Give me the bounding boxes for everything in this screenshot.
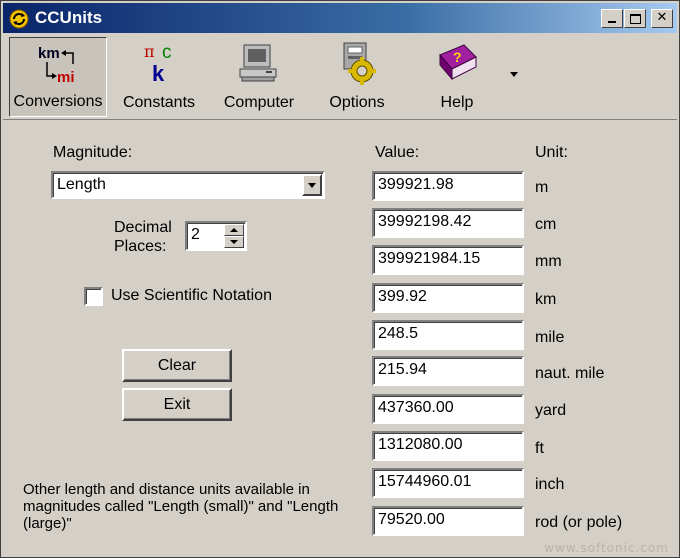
maximize-button[interactable] — [624, 9, 646, 28]
app-refresh-icon — [9, 9, 29, 29]
footer-note: Other length and distance units availabl… — [23, 481, 339, 532]
value-field-yard[interactable]: 437360.00 — [372, 394, 524, 424]
help-book-icon: ? — [439, 44, 477, 81]
computer-icon — [239, 44, 277, 82]
svg-text:km: km — [38, 45, 60, 62]
unit-label-naut-mile: naut. mile — [535, 365, 605, 382]
unit-label-km: km — [535, 291, 557, 308]
decimal-places-label-line1: Decimal — [114, 219, 172, 236]
title-bar[interactable]: CCUnits ✕ — [3, 3, 677, 33]
unit-label-inch: inch — [535, 476, 565, 493]
value-field-ft[interactable]: 1312080.00 — [372, 431, 524, 461]
value-field-mile[interactable]: 248.5 — [372, 320, 524, 350]
arrow-down-icon — [230, 240, 238, 244]
dropdown-arrow-button[interactable] — [302, 174, 322, 196]
magnitude-selected-value: Length — [57, 176, 106, 193]
magnitude-dropdown[interactable]: Length — [51, 171, 325, 199]
options-icon — [343, 42, 376, 85]
svg-text:c: c — [162, 42, 172, 63]
unit-label-m: m — [535, 179, 549, 196]
value-text: 399921.98 — [378, 176, 454, 193]
toolbar-overflow-button[interactable] — [507, 69, 521, 81]
toolbar-help-label: Help — [440, 94, 474, 111]
toolbar-computer[interactable]: Computer — [215, 37, 303, 117]
maximize-icon — [629, 14, 641, 24]
magnitude-label: Magnitude: — [53, 144, 133, 161]
value-header: Value: — [375, 144, 420, 161]
value-text: 399921984.15 — [378, 250, 481, 267]
toolbar-computer-label: Computer — [223, 94, 295, 111]
unit-label-ft: ft — [535, 440, 544, 457]
value-text: 39992198.42 — [378, 213, 472, 230]
unit-label-yard: yard — [535, 402, 567, 419]
scientific-notation-checkbox[interactable] — [84, 287, 103, 306]
toolbar: km mi Conversions π c k Constants Comput… — [3, 35, 677, 120]
value-field-mm[interactable]: 399921984.15 — [372, 245, 524, 275]
value-text: 1312080.00 — [378, 436, 463, 453]
clear-button[interactable]: Clear — [122, 349, 232, 382]
unit-label-rod: rod (or pole) — [535, 514, 623, 531]
watermark: www.softonic.com — [544, 541, 669, 555]
chevron-down-icon — [510, 72, 518, 77]
chevron-down-icon — [308, 183, 316, 188]
scientific-notation-label[interactable]: Use Scientific Notation — [111, 287, 272, 305]
value-text: 248.5 — [378, 325, 419, 342]
value-text: 215.94 — [378, 361, 427, 378]
value-field-cm[interactable]: 39992198.42 — [372, 208, 524, 238]
value-field-rod[interactable]: 79520.00 — [372, 506, 524, 536]
unit-label-cm: cm — [535, 216, 557, 233]
ccunits-window: CCUnits ✕ km mi Conversions π c k Consta… — [0, 0, 680, 558]
exit-button[interactable]: Exit — [122, 388, 232, 421]
value-text: 15744960.01 — [378, 473, 472, 490]
minimize-button[interactable] — [601, 9, 623, 28]
constants-icon: π c k — [144, 42, 172, 85]
decimal-places-label-line2: Places: — [114, 238, 167, 255]
unit-header: Unit: — [535, 144, 568, 161]
close-button[interactable]: ✕ — [651, 9, 673, 28]
toolbar-help[interactable]: ? Help — [415, 37, 499, 117]
value-field-inch[interactable]: 15744960.01 — [372, 468, 524, 498]
decimal-places-value[interactable]: 2 — [187, 223, 223, 247]
unit-label-mile: mile — [535, 329, 565, 346]
window-title: CCUnits — [35, 8, 103, 27]
close-icon: ✕ — [656, 10, 668, 25]
minimize-icon — [608, 21, 616, 23]
value-text: 437360.00 — [378, 399, 454, 416]
unit-label-mm: mm — [535, 253, 562, 270]
arrow-up-icon — [230, 228, 238, 232]
toolbar-conversions-label: Conversions — [13, 93, 103, 110]
value-text: 399.92 — [378, 288, 427, 305]
svg-text:k: k — [152, 61, 165, 85]
toolbar-options-label: Options — [329, 94, 385, 111]
toolbar-conversions[interactable]: km mi Conversions — [9, 37, 107, 117]
toolbar-constants[interactable]: π c k Constants — [115, 37, 203, 117]
spin-down-button[interactable] — [224, 236, 244, 248]
svg-text:mi: mi — [57, 69, 75, 86]
value-field-km[interactable]: 399.92 — [372, 283, 524, 313]
svg-text:π: π — [144, 42, 155, 61]
svg-text:?: ? — [453, 49, 462, 65]
decimal-places-spinner[interactable]: 2 — [185, 221, 247, 251]
toolbar-constants-label: Constants — [122, 94, 196, 111]
value-text: 79520.00 — [378, 511, 445, 528]
value-field-naut-mile[interactable]: 215.94 — [372, 356, 524, 386]
conversions-icon: km mi — [38, 45, 75, 86]
toolbar-options[interactable]: Options — [315, 37, 399, 117]
value-field-m[interactable]: 399921.98 — [372, 171, 524, 201]
spin-up-button[interactable] — [224, 224, 244, 236]
